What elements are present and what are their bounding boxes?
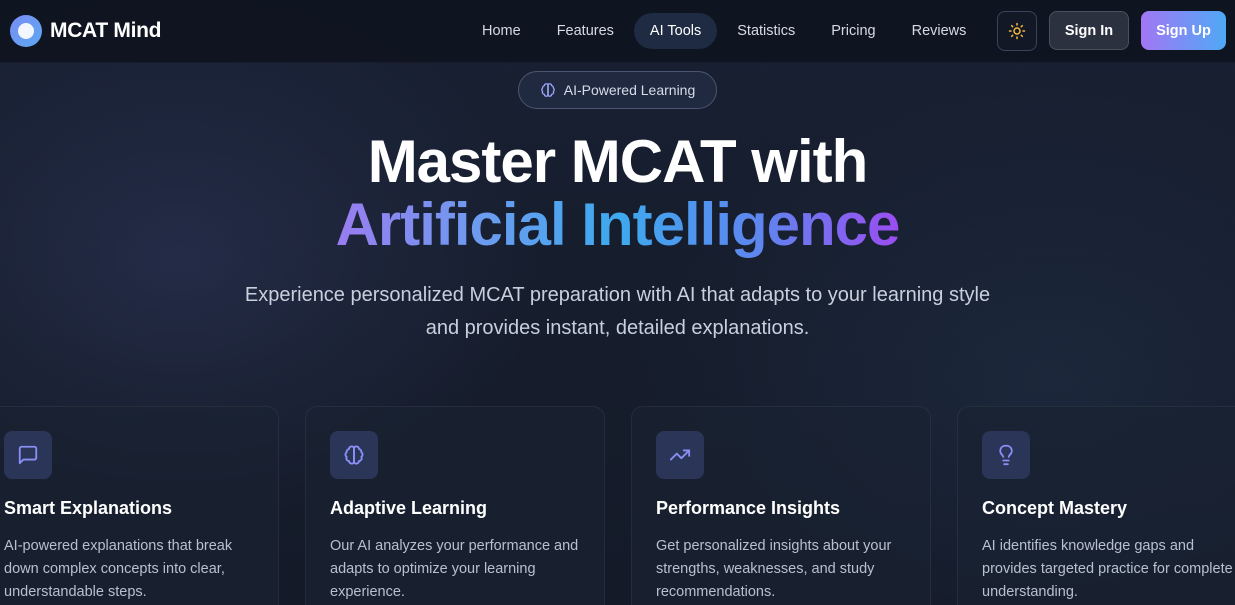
- hero-subtitle: Experience personalized MCAT preparation…: [244, 284, 991, 339]
- nav-links: Home Features AI Tools Statistics Pricin…: [466, 13, 982, 49]
- nav-link-features[interactable]: Features: [541, 13, 630, 49]
- nav-link-reviews[interactable]: Reviews: [896, 13, 983, 49]
- feature-card-performance-insights: Performance Insights Get personalized in…: [631, 406, 931, 605]
- ai-badge: AI-Powered Learning: [518, 71, 717, 109]
- feature-card-adaptive-learning: Adaptive Learning Our AI analyzes your p…: [305, 406, 605, 605]
- logo-icon: [10, 15, 42, 47]
- card-description: AI identifies knowledge gaps and provide…: [982, 538, 1233, 600]
- nav-link-pricing[interactable]: Pricing: [815, 13, 891, 49]
- card-title: Performance Insights: [656, 498, 841, 518]
- card-description: Get personalized insights about your str…: [656, 538, 892, 600]
- card-title: Concept Mastery: [982, 498, 1128, 518]
- sun-icon: [1008, 22, 1026, 40]
- brain-icon: [330, 431, 378, 479]
- sign-up-button[interactable]: Sign Up: [1141, 11, 1226, 50]
- brain-icon: [540, 83, 555, 97]
- feature-card-concept-mastery: Concept Mastery AI identifies knowledge …: [957, 406, 1235, 605]
- nav-link-home[interactable]: Home: [466, 13, 537, 49]
- top-navbar: MCAT Mind Home Features AI Tools Statist…: [0, 0, 1235, 63]
- hero-gradient-text: Artificial Intelligence: [335, 191, 901, 258]
- trending-up-icon: [656, 431, 704, 479]
- brand-name: MCAT Mind: [50, 19, 162, 42]
- card-description: AI-powered explanations that break down …: [4, 538, 233, 600]
- hero-title-gradient: Artificial Intelligence: [0, 190, 1235, 260]
- nav-link-ai-tools[interactable]: AI Tools: [633, 13, 718, 49]
- message-square-icon: [4, 431, 52, 479]
- feature-card-smart-explanations: Smart Explanations AI-powered explanatio…: [0, 406, 279, 605]
- brand[interactable]: MCAT Mind: [10, 14, 162, 48]
- nav-link-statistics[interactable]: Statistics: [721, 13, 811, 49]
- card-title: Smart Explanations: [4, 498, 173, 518]
- sign-in-button[interactable]: Sign In: [1049, 11, 1129, 50]
- badge-label: AI-Powered Learning: [563, 82, 696, 98]
- theme-toggle-button[interactable]: [997, 11, 1037, 51]
- hero-title: Master MCAT with: [367, 128, 869, 195]
- card-title: Adaptive Learning: [330, 498, 488, 518]
- lightbulb-icon: [982, 431, 1030, 479]
- card-description: Our AI analyzes your performance and ada…: [330, 538, 579, 600]
